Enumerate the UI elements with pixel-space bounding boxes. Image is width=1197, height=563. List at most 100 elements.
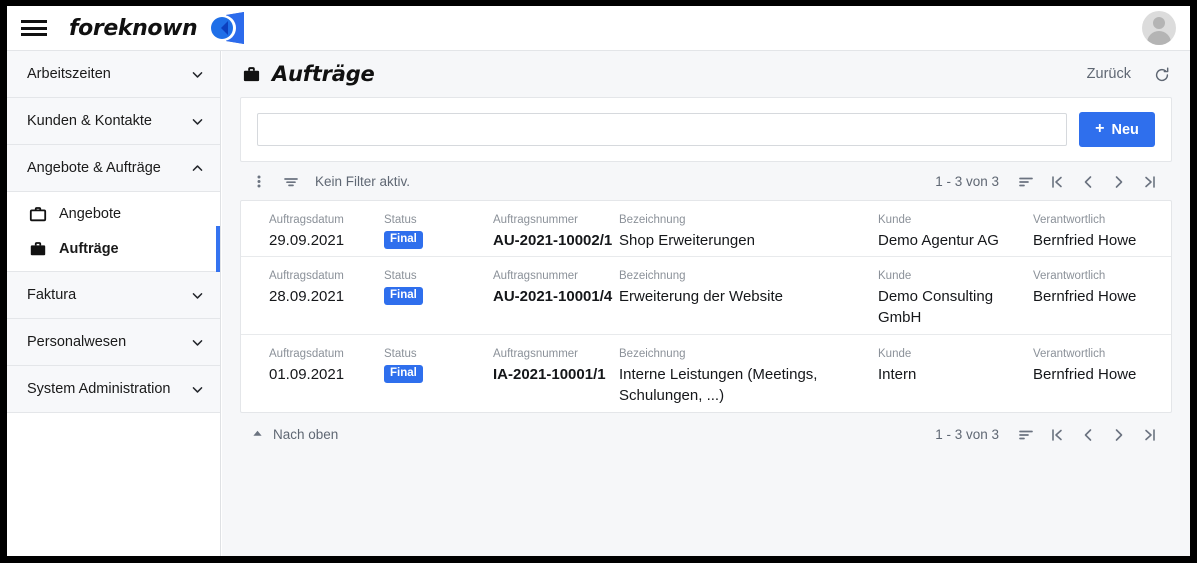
cell-value: AU-2021-10002/1 (493, 232, 613, 249)
cell-value: Bernfried Howe (1033, 288, 1137, 305)
cell-auftragsnummer: Auftragsnummer AU-2021-10002/1 (493, 213, 618, 251)
pagination-range: 1 - 3 von 3 (935, 426, 999, 442)
cell-auftragsdatum: Auftragsdatum 29.09.2021 (269, 213, 379, 251)
cell-kunde: Kunde Demo Consulting GmbH (878, 269, 1018, 328)
sidebar-group-kunden-kontakte[interactable]: Kunden & Kontakte (7, 98, 220, 145)
chevron-down-icon (191, 383, 204, 396)
sidebar-group-personalwesen[interactable]: Personalwesen (7, 319, 220, 366)
last-page-icon[interactable] (1141, 426, 1158, 443)
foreknown-logo (206, 11, 248, 45)
cell-value: Interne Leistungen (Meetings, Schulungen… (619, 366, 818, 404)
column-label: Status (384, 348, 417, 360)
cell-verantwortlich: Verantwortlich Bernfried Howe (1033, 269, 1171, 307)
status-badge: Final (384, 287, 423, 305)
cell-value: Demo Agentur AG (878, 232, 999, 249)
brand-name: foreknown (69, 15, 198, 41)
cell-auftragsnummer: Auftragsnummer IA-2021-10001/1 (493, 347, 618, 385)
sidebar-group-faktura[interactable]: Faktura (7, 272, 220, 319)
next-page-icon[interactable] (1110, 426, 1127, 443)
column-label: Auftragsdatum (269, 270, 344, 282)
first-page-icon[interactable] (1048, 426, 1065, 443)
cell-status: Status Final (384, 269, 479, 305)
toolbar-left: Kein Filter aktiv. (252, 173, 410, 190)
cell-kunde: Kunde Demo Agentur AG (878, 213, 1023, 251)
previous-page-icon[interactable] (1079, 173, 1096, 190)
cell-value: 28.09.2021 (269, 288, 345, 305)
sort-icon[interactable] (1017, 426, 1034, 443)
sort-icon[interactable] (1017, 173, 1034, 190)
cell-value: 01.09.2021 (269, 366, 345, 383)
sidebar-item-label: Aufträge (59, 240, 119, 257)
column-label: Auftragsnummer (493, 270, 579, 282)
cell-verantwortlich: Verantwortlich Bernfried Howe (1033, 347, 1171, 385)
first-page-icon[interactable] (1048, 173, 1065, 190)
sidebar-group-system-administration[interactable]: System Administration (7, 366, 220, 413)
previous-page-icon[interactable] (1079, 426, 1096, 443)
table-row[interactable]: Auftragsdatum 01.09.2021 Status Final Au… (241, 334, 1171, 412)
cell-status: Status Final (384, 213, 479, 249)
column-label: Status (384, 214, 417, 226)
sidebar-group-label: Kunden & Kontakte (27, 113, 152, 129)
page-header-actions: Zurück (1087, 66, 1170, 83)
footer-pagination: 1 - 3 von 3 (935, 426, 1158, 443)
status-badge: Final (384, 365, 423, 383)
column-label: Kunde (878, 348, 912, 360)
new-button-label: Neu (1111, 121, 1139, 138)
active-indicator (216, 226, 220, 272)
cell-bezeichnung: Bezeichnung Interne Leistungen (Meetings… (619, 347, 834, 406)
cell-value: Shop Erweiterungen (619, 232, 755, 249)
column-label: Verantwortlich (1033, 348, 1106, 360)
cell-value: Bernfried Howe (1033, 366, 1137, 383)
main-content: Aufträge Zurück + Neu Kein Filter aktiv.… (222, 51, 1190, 556)
chevron-down-icon (191, 289, 204, 302)
column-label: Auftragsdatum (269, 348, 344, 360)
page-header: Aufträge Zurück (222, 51, 1190, 97)
cell-status: Status Final (384, 347, 479, 383)
more-vertical-icon[interactable] (252, 173, 266, 190)
refresh-icon[interactable] (1153, 66, 1170, 83)
cell-bezeichnung: Bezeichnung Erweiterung der Website (619, 269, 864, 307)
sidebar-item-auftraege[interactable]: Aufträge (7, 226, 220, 272)
brand[interactable]: foreknown (69, 11, 248, 45)
sidebar-subnav: Angebote Aufträge (7, 192, 220, 272)
list-footer: Nach oben 1 - 3 von 3 (240, 413, 1172, 455)
sidebar-group-arbeitszeiten[interactable]: Arbeitszeiten (7, 51, 220, 98)
scroll-to-top-button[interactable]: Nach oben (252, 427, 338, 442)
column-label: Kunde (878, 270, 912, 282)
avatar[interactable] (1142, 11, 1176, 45)
sidebar-item-label: Angebote (59, 205, 122, 222)
toolbar-pagination: 1 - 3 von 3 (935, 173, 1158, 190)
filter-status-text: Kein Filter aktiv. (315, 173, 411, 189)
avatar-head (1153, 17, 1165, 29)
briefcase-filled-icon (242, 65, 260, 83)
search-card: + Neu (240, 97, 1172, 162)
table-row[interactable]: Auftragsdatum 29.09.2021 Status Final Au… (241, 201, 1171, 256)
column-label: Auftragsdatum (269, 214, 344, 226)
sidebar-item-angebote[interactable]: Angebote (7, 196, 220, 231)
briefcase-outline-icon (29, 205, 47, 223)
new-button[interactable]: + Neu (1079, 112, 1155, 147)
list-toolbar: Kein Filter aktiv. 1 - 3 von 3 (240, 162, 1172, 200)
cell-auftragsdatum: Auftragsdatum 01.09.2021 (269, 347, 379, 385)
sidebar-group-label: Personalwesen (27, 334, 127, 350)
filter-icon[interactable] (282, 173, 299, 190)
chevron-down-icon (191, 68, 204, 81)
next-page-icon[interactable] (1110, 173, 1127, 190)
plus-icon: + (1095, 119, 1105, 137)
table-row[interactable]: Auftragsdatum 28.09.2021 Status Final Au… (241, 256, 1171, 334)
cell-value: AU-2021-10001/4 (493, 288, 613, 305)
column-label: Bezeichnung (619, 214, 686, 226)
sidebar-group-angebote-auftraege[interactable]: Angebote & Aufträge (7, 145, 220, 192)
search-input[interactable] (257, 113, 1067, 146)
column-label: Bezeichnung (619, 270, 686, 282)
cell-verantwortlich: Verantwortlich Bernfried Howe (1033, 213, 1171, 251)
cell-bezeichnung: Bezeichnung Shop Erweiterungen (619, 213, 864, 251)
last-page-icon[interactable] (1141, 173, 1158, 190)
hamburger-icon[interactable] (21, 18, 47, 38)
cell-value: Intern (878, 366, 917, 383)
screen-frame: foreknown Arbeitszeiten Kunden & Kontakt… (0, 0, 1197, 563)
column-label: Verantwortlich (1033, 270, 1106, 282)
column-label: Auftragsnummer (493, 348, 579, 360)
sidebar-group-label: Faktura (27, 287, 77, 303)
back-button[interactable]: Zurück (1087, 66, 1131, 82)
